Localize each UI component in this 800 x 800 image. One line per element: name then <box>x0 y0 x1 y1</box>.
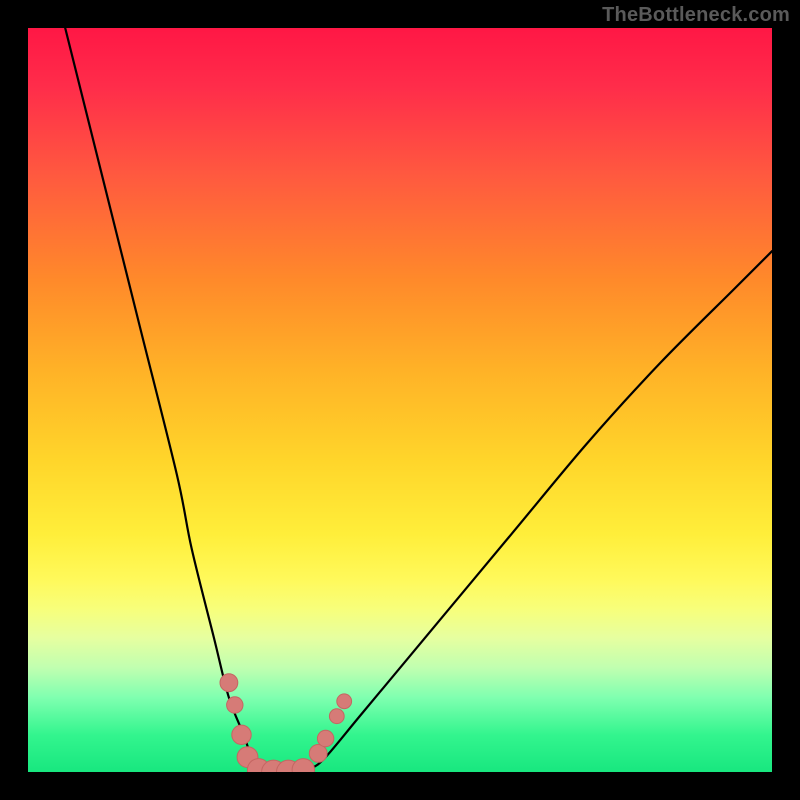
highlight-marker <box>317 730 333 746</box>
watermark-text: TheBottleneck.com <box>602 4 790 27</box>
curve-layer <box>28 28 772 772</box>
highlight-marker <box>227 697 243 713</box>
highlight-marker <box>329 709 344 724</box>
highlight-marker <box>337 694 352 709</box>
bottleneck-curve <box>65 28 772 772</box>
plot-area <box>28 28 772 772</box>
highlight-marker <box>292 759 314 772</box>
highlight-marker <box>309 745 327 763</box>
highlight-marker <box>220 674 238 692</box>
chart-frame: TheBottleneck.com <box>0 0 800 800</box>
highlight-marker <box>232 725 251 744</box>
